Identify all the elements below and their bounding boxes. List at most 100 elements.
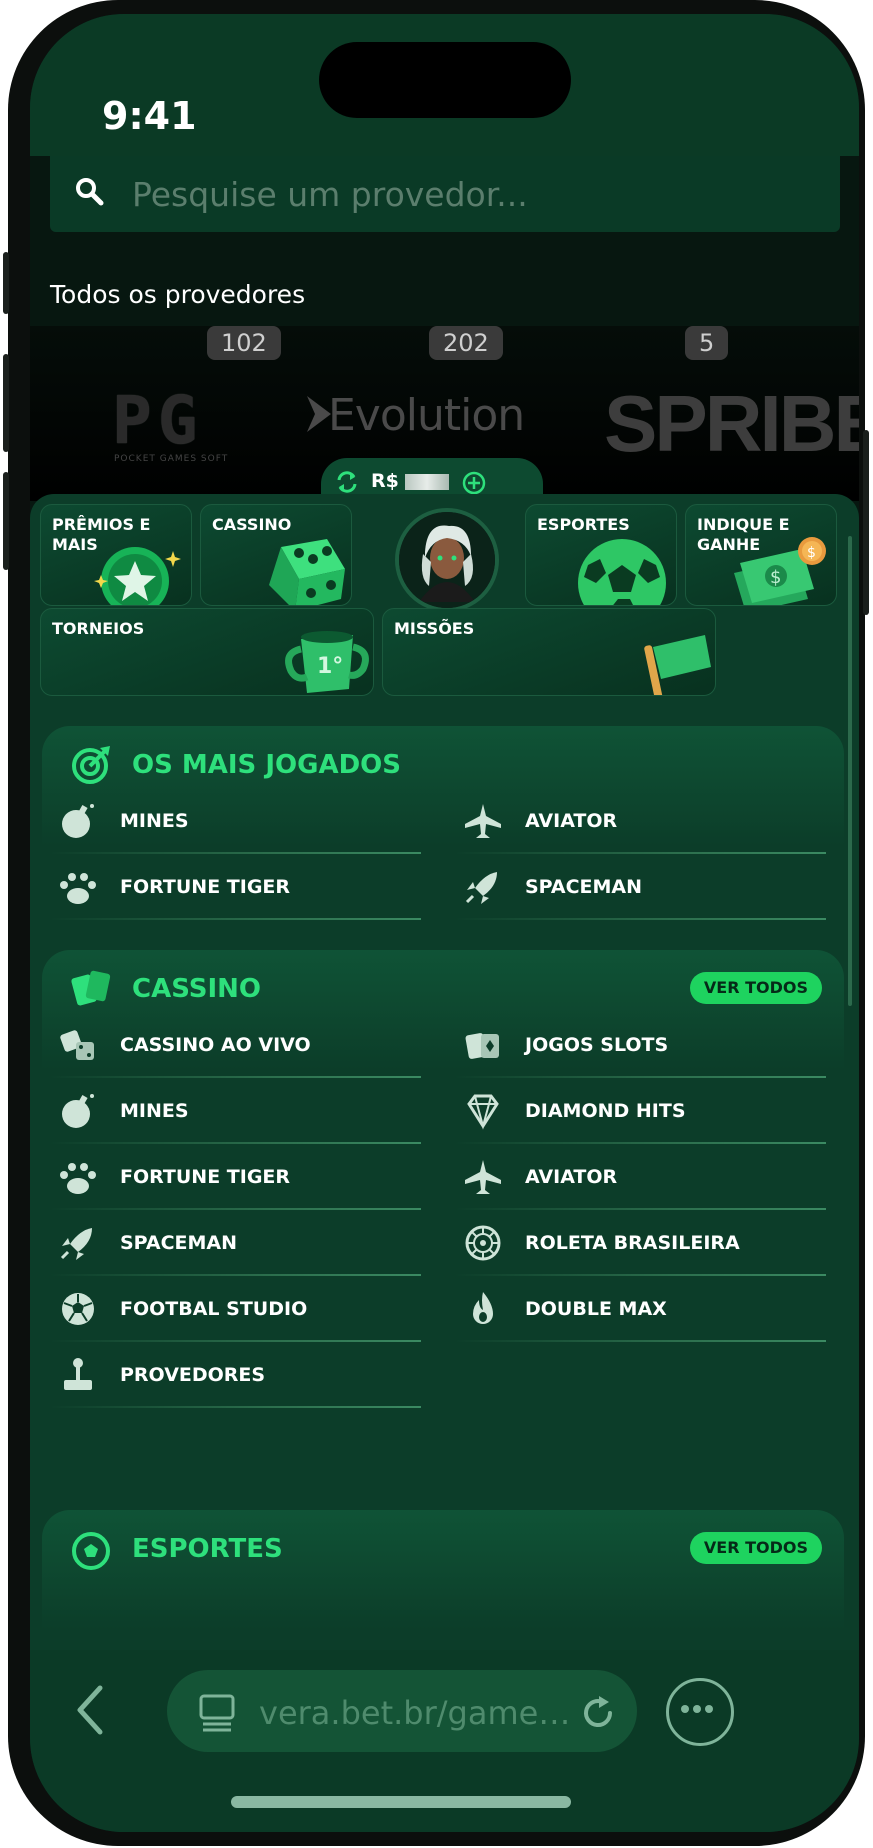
url-bar[interactable]: vera.bet.br/game… — [167, 1670, 637, 1752]
menu-item-fortune-tiger[interactable]: FORTUNE TIGER — [42, 854, 427, 920]
page-content: Todos os provedores 102 PG POCKET GAMES … — [30, 156, 859, 1650]
menu-item-label: SPACEMAN — [120, 1232, 238, 1254]
menu-item-label: AVIATOR — [525, 1166, 618, 1188]
menu-item-jogos-slots[interactable]: JOGOS SLOTS — [447, 1012, 832, 1078]
dice-icon — [269, 539, 345, 605]
tile-esportes[interactable]: ESPORTES — [525, 504, 677, 606]
cards-icon — [465, 1033, 499, 1059]
power-button — [863, 430, 869, 615]
cards-icon — [71, 970, 111, 1006]
section-esportes: ESPORTES VER TODOS — [42, 1510, 844, 1630]
search-input[interactable] — [130, 168, 754, 220]
balance-value-hidden — [405, 474, 449, 490]
menu-item-roleta-brasileira[interactable]: ROLETA BRASILEIRA — [447, 1210, 832, 1276]
screen: 9:41 Todos os provedores 102 PG POCKET G… — [30, 14, 859, 1832]
home-indicator[interactable] — [231, 1796, 571, 1808]
divider — [50, 1406, 421, 1408]
bomb-icon — [62, 804, 94, 838]
reader-icon[interactable] — [197, 1692, 237, 1732]
status-bar: 9:41 — [30, 14, 859, 156]
rocket-icon — [465, 872, 497, 904]
menu-item-label: AVIATOR — [525, 810, 618, 832]
add-balance-icon[interactable] — [461, 470, 487, 496]
ellipsis-icon — [681, 1705, 713, 1713]
menu-item-label: CASSINO AO VIVO — [120, 1034, 311, 1056]
airplane-icon — [465, 804, 501, 838]
divider — [50, 918, 421, 920]
phone-frame: 9:41 Todos os provedores 102 PG POCKET G… — [3, 0, 869, 1846]
tile-label: ESPORTES — [537, 515, 630, 534]
menu-item-aviator[interactable]: AVIATOR — [447, 1144, 832, 1210]
url-text: vera.bet.br/game… — [259, 1694, 571, 1732]
menu-item-mines[interactable]: MINES — [42, 788, 427, 854]
menu-item-footbal-studio[interactable]: FOOTBAL STUDIO — [42, 1276, 427, 1342]
menu-item-spaceman[interactable]: SPACEMAN — [42, 1210, 427, 1276]
section-title: OS MAIS JOGADOS — [132, 750, 401, 780]
paw-icon — [60, 1163, 96, 1194]
svg-text:$: $ — [770, 567, 781, 588]
provider-count-badge: 202 — [429, 326, 503, 360]
soccer-ball-icon — [62, 1293, 94, 1325]
roulette-icon — [465, 1225, 501, 1261]
menu-item-aviator[interactable]: AVIATOR — [447, 788, 832, 854]
tile-torneios[interactable]: TORNEIOS 1° — [40, 608, 374, 696]
search-icon — [76, 178, 104, 206]
status-time: 9:41 — [102, 94, 197, 138]
browser-toolbar: vera.bet.br/game… — [30, 1650, 859, 1832]
volume-up-button — [3, 354, 9, 452]
bomb-icon — [62, 1094, 94, 1128]
menu-item-label: FORTUNE TIGER — [120, 876, 291, 898]
scrollbar[interactable] — [848, 536, 852, 1006]
tile-missoes[interactable]: MISSÕES — [382, 608, 716, 696]
soccer-ball-icon — [72, 1532, 110, 1570]
see-all-esportes-button[interactable]: VER TODOS — [689, 1532, 822, 1564]
airplane-icon — [465, 1160, 501, 1194]
tile-cassino[interactable]: CASSINO — [200, 504, 352, 606]
refresh-icon[interactable] — [335, 470, 359, 494]
mute-switch — [3, 252, 9, 314]
svg-text:1°: 1° — [317, 654, 343, 679]
menu-item-cassino-ao-vivo[interactable]: CASSINO AO VIVO — [42, 1012, 427, 1078]
menu-item-spaceman[interactable]: SPACEMAN — [447, 854, 832, 920]
back-arrow-icon[interactable] — [70, 1682, 114, 1738]
volume-down-button — [3, 472, 9, 570]
providers-heading: Todos os provedores — [50, 280, 306, 309]
avatar[interactable] — [395, 508, 499, 612]
menu-item-label: DIAMOND HITS — [525, 1100, 686, 1122]
avatar-character-image — [399, 512, 495, 608]
menu-item-double-max[interactable]: DOUBLE MAX — [447, 1276, 832, 1342]
diamond-icon — [467, 1094, 499, 1130]
evolution-logo: Evolution — [328, 390, 525, 441]
dynamic-island — [319, 42, 571, 118]
svg-text:$: $ — [807, 545, 816, 561]
tile-premios[interactable]: PRÊMIOS E MAIS — [40, 504, 192, 606]
tile-indique[interactable]: INDIQUE E GANHE $ $ — [685, 504, 837, 606]
section-most-played: OS MAIS JOGADOS MINES AVIATOR FORTUNE TI… — [42, 726, 844, 936]
menu-item-label: DOUBLE MAX — [525, 1298, 667, 1320]
reload-icon[interactable] — [579, 1694, 617, 1732]
money-icon: $ $ — [734, 537, 826, 605]
provider-search-bar[interactable] — [50, 156, 840, 232]
target-icon — [72, 746, 110, 784]
provider-count-badge: 5 — [685, 326, 729, 360]
tile-label: CASSINO — [212, 515, 292, 534]
menu-item-mines[interactable]: MINES — [42, 1078, 427, 1144]
menu-item-label: SPACEMAN — [525, 876, 643, 898]
menu-item-diamond-hits[interactable]: DIAMOND HITS — [447, 1078, 832, 1144]
menu-item-fortune-tiger[interactable]: FORTUNE TIGER — [42, 1144, 427, 1210]
balance-currency: R$ — [371, 470, 399, 492]
rocket-icon — [60, 1228, 92, 1260]
menu-item-label: MINES — [120, 1100, 189, 1122]
trophy-cup-icon: 1° — [285, 631, 369, 693]
more-options-button[interactable] — [666, 1678, 734, 1746]
menu-item-label: MINES — [120, 810, 189, 832]
section-title: ESPORTES — [132, 1534, 283, 1564]
divider — [455, 1340, 826, 1342]
provider-count-badge: 102 — [207, 326, 281, 360]
divider — [455, 918, 826, 920]
see-all-cassino-button[interactable]: VER TODOS — [689, 972, 822, 1004]
spribe-logo: SPRIBE — [604, 379, 859, 468]
menu-item-provedores[interactable]: PROVEDORES — [42, 1342, 427, 1408]
dice-icon — [60, 1030, 94, 1060]
star-coin-icon — [94, 547, 181, 605]
